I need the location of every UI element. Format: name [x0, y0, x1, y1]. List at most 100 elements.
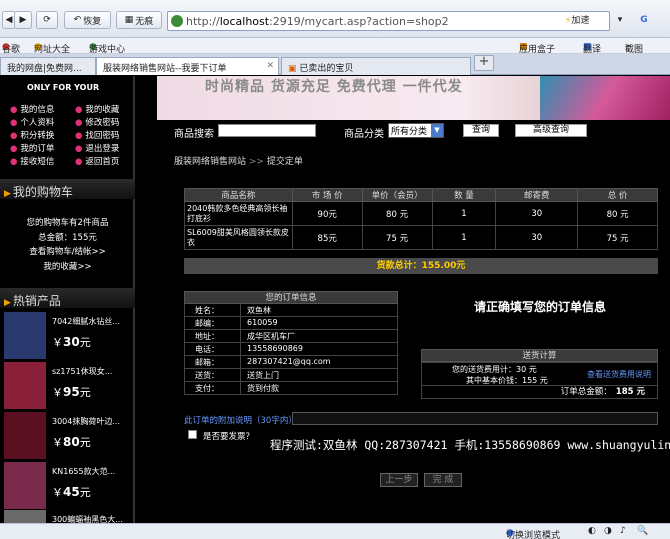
col-market: 市 场 价 [291, 188, 363, 202]
bullet-icon: ● [75, 118, 83, 128]
new-tab-button[interactable]: + [474, 55, 494, 71]
advanced-search-button[interactable]: 高级查询 [515, 124, 587, 137]
order-row: 支付： 货到付款 [184, 382, 398, 395]
banner-slogan: 时尚精品 货源充足 免费代理 一件代发 [205, 79, 463, 95]
shipping-fee: 您的送货费用计：30 元 [452, 365, 537, 374]
cart-total: 总金额：155元 [38, 233, 97, 243]
address-bar[interactable]: http://localhost:2919/mycart.asp?action=… [167, 11, 610, 31]
refresh-button[interactable]: ⟳ [36, 11, 58, 29]
order-total-value: 185 元 [615, 387, 645, 397]
product-price: ￥80元 [52, 435, 91, 449]
col-qty: 数 量 [431, 188, 497, 202]
invoice-checkbox[interactable] [188, 430, 197, 439]
order-total: 订单总金额： 185 元 [421, 386, 658, 399]
invoice-label: 是否要发票？ [203, 432, 255, 442]
product-name[interactable]: 7042细腻水钻丝... [52, 316, 120, 327]
prev-button[interactable]: 上一步 [380, 473, 418, 487]
bullet-icon: ● [10, 118, 18, 128]
dropdown-icon[interactable]: ▾ [612, 11, 628, 29]
col-total: 总 价 [577, 188, 658, 202]
breadcrumb-sep: >> [248, 157, 264, 167]
bullet-icon: ● [10, 144, 18, 154]
accelerate-label: 加速 [571, 16, 590, 26]
order-info-title: 您的订单信息 [184, 291, 398, 304]
product-price: ￥30元 [52, 335, 91, 349]
link-profile[interactable]: ● 个人资料 [10, 116, 54, 128]
incognito-icon: ▦ [124, 15, 134, 25]
hot-product[interactable]: sz1751休现女... ￥95元 [4, 362, 132, 410]
tab-order[interactable]: 服装网络销售网站--我要下订单 ✕ [96, 57, 279, 75]
chevron-down-icon: ▼ [431, 124, 443, 137]
search-input[interactable] [218, 124, 316, 137]
cell-total: 75 元 [577, 225, 658, 250]
note-input[interactable] [292, 412, 658, 425]
cell-name[interactable]: 2040韩款多色经典高领长袖打底衫 [184, 201, 293, 226]
zoom-icon[interactable]: 🔍 [637, 526, 648, 536]
close-icon[interactable]: ✕ [266, 61, 274, 71]
product-thumbnail[interactable] [4, 362, 46, 409]
tab-sold[interactable]: ▣ 已卖出的宝贝 [281, 57, 471, 75]
forward-button[interactable]: ▶ [14, 11, 32, 29]
cell-market: 85元 [291, 225, 363, 250]
only-for-you-heading: ONLY FOR YOUR [27, 83, 100, 92]
confirm-heading: 请正确填写您的订单信息 [474, 300, 607, 314]
search-label: 商品搜索 [174, 129, 214, 140]
product-thumbnail[interactable] [4, 312, 46, 359]
bullet-icon: ● [75, 157, 83, 167]
tab-netdisk[interactable]: 我的网盘|免费网... [0, 57, 96, 75]
product-thumbnail[interactable] [4, 412, 46, 459]
hot-product[interactable]: KN1655款大范... ￥45元 [4, 462, 132, 510]
shipping-info-link[interactable]: 查看送货费用说明 [587, 369, 651, 380]
link-points[interactable]: ● 积分转换 [10, 129, 54, 141]
cell-name[interactable]: SL6009甜美风格圆领长款皮衣 [184, 225, 293, 250]
banner-image [540, 76, 670, 120]
order-row: 邮编： 610059 [184, 317, 398, 330]
link-messages[interactable]: ● 接收短信 [10, 155, 54, 167]
cell-qty: 1 [431, 225, 497, 250]
product-thumbnail[interactable] [4, 462, 46, 509]
link-change-pwd[interactable]: ● 修改密码 [75, 116, 119, 128]
page-icon [171, 15, 183, 27]
order-row: 送货： 送货上门 [184, 369, 398, 382]
arrow-icon: ▶ [4, 298, 11, 308]
search-button[interactable]: 查询 [463, 124, 499, 137]
shipping-title: 送货计算 [421, 349, 658, 362]
order-row: 邮箱： 287307421@qq.com [184, 356, 398, 369]
cell-shipping: 30 [495, 201, 579, 226]
hot-product[interactable]: 7042细腻水钻丝... ￥30元 [4, 312, 132, 360]
link-find-pwd[interactable]: ● 找回密码 [75, 129, 119, 141]
category-value: 所有分类 [391, 127, 428, 137]
search-engine-icon[interactable]: G [636, 11, 652, 29]
my-fav-link[interactable]: 我的收藏>> [0, 260, 135, 272]
bullet-icon: ● [75, 144, 83, 154]
cell-total: 80 元 [577, 201, 658, 226]
sound-icon: ♪ [620, 526, 626, 536]
browser-toolbar: ◀ ▶ ⟳ ↶ 恢复 ▦ 无痕 http://localhost:2919/myca… [0, 0, 670, 38]
cell-qty: 1 [431, 201, 497, 226]
view-cart-link[interactable]: 查看购物车/结帐>> [0, 245, 135, 257]
status-icon: ◐ [588, 526, 596, 536]
finish-button[interactable]: 完 成 [424, 473, 462, 487]
bullet-icon: ● [10, 131, 18, 141]
incognito-button[interactable]: ▦ 无痕 [116, 11, 162, 29]
hot-product[interactable]: 3004抹胸荷叶边... ￥80元 [4, 412, 132, 460]
link-my-fav[interactable]: ● 我的收藏 [75, 103, 119, 115]
product-price: ￥95元 [52, 385, 91, 399]
link-my-info[interactable]: ● 我的信息 [10, 103, 54, 115]
restore-button[interactable]: ↶ 恢复 [64, 11, 111, 29]
product-name[interactable]: KN1655款大范... [52, 466, 115, 477]
link-home[interactable]: ● 返回首页 [75, 155, 119, 167]
breadcrumb-home[interactable]: 服装网络销售网站 [174, 157, 246, 167]
order-row: 姓名： 双鱼林 [184, 304, 398, 317]
category-select[interactable]: 所有分类 ▼ [388, 123, 444, 138]
bullet-icon: ● [10, 105, 18, 115]
order-total-label: 订单总金额： [560, 387, 612, 397]
link-logout[interactable]: ● 退出登录 [75, 142, 119, 154]
product-name[interactable]: sz1751休现女... [52, 366, 112, 377]
link-my-orders[interactable]: ● 我的订单 [10, 142, 54, 154]
category-label: 商品分类 [344, 129, 384, 140]
accelerate-button[interactable]: ⚡加速 [565, 13, 589, 26]
incognito-label: 无痕 [135, 16, 154, 27]
product-name[interactable]: 3004抹胸荷叶边... [52, 416, 120, 427]
order-row: 地址： 成华区机车厂 [184, 330, 398, 343]
